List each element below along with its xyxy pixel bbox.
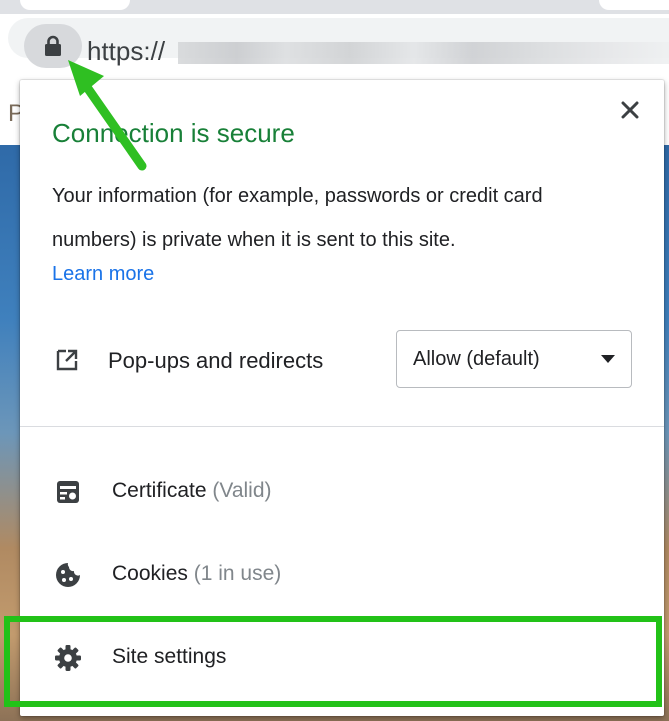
- close-icon: [621, 101, 639, 119]
- tab-strip: [0, 0, 669, 14]
- popups-permission-row: Pop-ups and redirects Allow (default): [20, 330, 664, 392]
- close-button[interactable]: [616, 96, 644, 124]
- learn-more-link[interactable]: Learn more: [52, 260, 154, 288]
- certificate-icon: [57, 481, 79, 503]
- cookies-count: (1 in use): [193, 562, 282, 585]
- gear-icon: [55, 645, 81, 671]
- cookies-label: Cookies (1 in use): [112, 559, 281, 589]
- popups-permission-select[interactable]: Allow (default): [396, 330, 632, 388]
- lock-icon: [45, 35, 61, 56]
- site-info-button[interactable]: [24, 24, 82, 68]
- url-scheme[interactable]: https://: [87, 35, 165, 67]
- cookies-item[interactable]: Cookies (1 in use): [20, 533, 664, 613]
- connection-status-title: Connection is secure: [52, 118, 295, 148]
- connection-description: Your information (for example, passwords…: [52, 185, 543, 251]
- divider: [20, 426, 664, 427]
- certificate-status: (Valid): [212, 479, 272, 502]
- tab[interactable]: [599, 0, 669, 10]
- site-settings-item[interactable]: Site settings: [20, 616, 664, 696]
- cookies-text: Cookies: [112, 562, 188, 585]
- site-settings-label: Site settings: [112, 645, 227, 668]
- certificate-label: Certificate (Valid): [112, 476, 272, 506]
- chevron-down-icon: [601, 355, 615, 363]
- permission-label: Pop-ups and redirects: [108, 348, 324, 373]
- tab[interactable]: [20, 0, 130, 10]
- certificate-text: Certificate: [112, 479, 207, 502]
- certificate-item[interactable]: Certificate (Valid): [20, 450, 664, 530]
- url-redacted: [178, 42, 669, 64]
- external-link-icon: [56, 349, 78, 371]
- page-info-popup: Connection is secure Your information (f…: [20, 80, 664, 716]
- cookie-icon: [56, 563, 80, 587]
- select-value: Allow (default): [413, 348, 540, 370]
